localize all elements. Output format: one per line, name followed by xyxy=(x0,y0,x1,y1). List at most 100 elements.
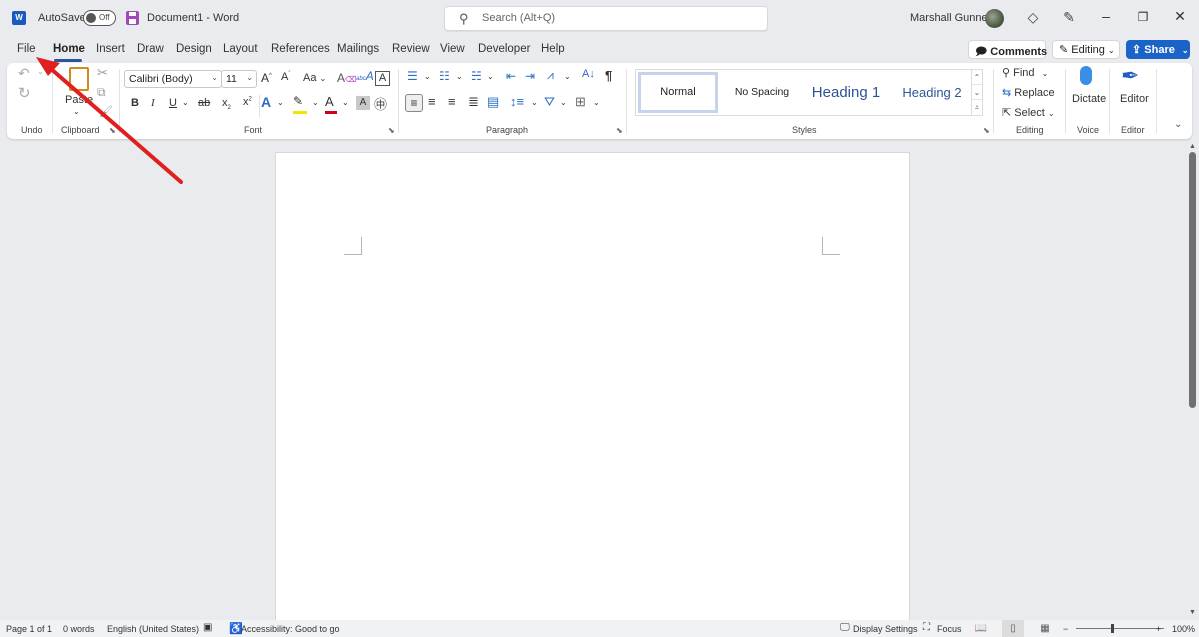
scroll-up-arrow-icon[interactable]: ▲ xyxy=(1189,143,1196,150)
bullets-dropdown-icon[interactable]: ⌄ xyxy=(424,72,431,81)
zoom-out-button[interactable]: − xyxy=(1063,624,1068,634)
tab-file[interactable]: File xyxy=(17,43,36,55)
dictate-label[interactable]: Dictate xyxy=(1072,93,1106,105)
vertical-scrollbar-thumb[interactable] xyxy=(1189,152,1196,408)
line-spacing-icon[interactable]: ↕≡ xyxy=(510,94,524,109)
editor-pen-icon[interactable]: ✒ xyxy=(1121,63,1139,89)
clipboard-launcher-icon[interactable]: ⬊ xyxy=(109,126,116,135)
scroll-down-arrow-icon[interactable]: ▼ xyxy=(1189,609,1196,616)
character-shading-icon[interactable]: A xyxy=(356,96,370,110)
asian-layout-icon[interactable]: ⩘ xyxy=(547,68,554,83)
tab-review[interactable]: Review xyxy=(392,43,430,55)
text-effects-icon[interactable]: A xyxy=(261,94,271,110)
sort-icon[interactable]: A↓ xyxy=(582,68,595,80)
text-effects-abc-icon[interactable]: abcA xyxy=(356,69,374,83)
gallery-more-icon[interactable]: ⩡ xyxy=(972,100,982,115)
print-layout-icon[interactable]: ▯ xyxy=(1002,620,1024,637)
diamond-icon[interactable]: ◇ xyxy=(1023,9,1043,26)
highlight-dropdown-icon[interactable]: ⌄ xyxy=(312,98,319,107)
styles-launcher-icon[interactable]: ⬊ xyxy=(983,126,990,135)
increase-indent-icon[interactable]: ⇥ xyxy=(525,69,535,83)
shading-dropdown-icon[interactable]: ⌄ xyxy=(560,98,567,107)
undo-dropdown-icon[interactable]: ⌄ xyxy=(37,67,44,76)
numbering-dropdown-icon[interactable]: ⌄ xyxy=(456,72,463,81)
tab-developer[interactable]: Developer xyxy=(478,43,530,55)
align-center-icon[interactable]: ≡ xyxy=(428,94,436,109)
focus-label[interactable]: Focus xyxy=(937,624,962,634)
shrink-font-icon[interactable]: Aˇ xyxy=(281,71,290,83)
font-color-icon[interactable]: A xyxy=(325,94,337,114)
numbering-icon[interactable]: ☷ xyxy=(439,69,450,83)
grow-font-icon[interactable]: A^ xyxy=(261,71,272,85)
paste-dropdown-icon[interactable]: ⌄ xyxy=(73,107,80,116)
web-layout-icon[interactable]: ▦ xyxy=(1034,620,1056,637)
display-settings-icon[interactable]: 🖵 xyxy=(840,622,850,633)
bullets-icon[interactable]: ☰ xyxy=(407,69,418,83)
macro-recording-icon[interactable]: ▣ xyxy=(203,622,212,633)
highlight-icon[interactable]: ✎ xyxy=(293,94,307,114)
user-name[interactable]: Marshall Gunnell xyxy=(910,12,993,24)
style-heading-2[interactable]: Heading 2 xyxy=(892,72,972,113)
font-name-dropdown[interactable]: Calibri (Body) ⌄ xyxy=(124,70,222,88)
multilevel-dropdown-icon[interactable]: ⌄ xyxy=(487,72,494,81)
distributed-icon[interactable]: ▤ xyxy=(487,94,499,110)
zoom-level[interactable]: 100% xyxy=(1172,624,1195,634)
read-mode-icon[interactable]: 📖 xyxy=(970,620,992,637)
autosave-toggle[interactable]: Off xyxy=(83,10,116,26)
pen-sparkle-icon[interactable]: ✎ xyxy=(1059,9,1079,26)
tab-mailings[interactable]: Mailings xyxy=(337,43,379,55)
word-count[interactable]: 0 words xyxy=(63,624,95,634)
cut-icon[interactable]: ✂ xyxy=(97,65,108,81)
redo-icon[interactable]: ↻ xyxy=(18,84,31,102)
language[interactable]: English (United States) xyxy=(107,624,199,634)
underline-dropdown-icon[interactable]: ⌄ xyxy=(182,98,189,107)
shading-icon[interactable]: ⛛ xyxy=(544,94,555,110)
character-border-icon[interactable]: A xyxy=(375,71,390,86)
paragraph-launcher-icon[interactable]: ⬊ xyxy=(616,126,623,135)
bold-icon[interactable]: B xyxy=(131,97,139,109)
tab-home[interactable]: Home xyxy=(53,43,85,55)
close-button[interactable]: ✕ xyxy=(1170,8,1190,25)
tab-layout[interactable]: Layout xyxy=(223,43,258,55)
paste-icon[interactable] xyxy=(69,67,89,91)
tab-design[interactable]: Design xyxy=(176,43,212,55)
font-color-dropdown-icon[interactable]: ⌄ xyxy=(342,98,349,107)
find-button[interactable]: ⚲ Find ⌄ xyxy=(1002,66,1048,79)
page-count[interactable]: Page 1 of 1 xyxy=(6,624,52,634)
zoom-in-button[interactable]: + xyxy=(1156,624,1161,634)
subscript-icon[interactable]: x2 xyxy=(222,97,231,111)
zoom-slider-track[interactable] xyxy=(1076,628,1164,629)
justify-icon[interactable]: ≣ xyxy=(468,94,479,110)
style-normal[interactable]: Normal xyxy=(638,72,718,113)
tab-help[interactable]: Help xyxy=(541,43,565,55)
editing-mode-button[interactable]: ✎ Editing ⌄ xyxy=(1052,40,1120,59)
collapse-ribbon-icon[interactable]: ⌄ xyxy=(1174,119,1182,130)
search-input[interactable]: ⚲ Search (Alt+Q) xyxy=(444,6,768,31)
share-button[interactable]: ⇪ Share ⌄ xyxy=(1126,40,1190,59)
format-painter-icon[interactable]: 🖌 xyxy=(99,105,113,118)
asian-layout-dropdown-icon[interactable]: ⌄ xyxy=(564,72,571,81)
multilevel-list-icon[interactable]: ☵ xyxy=(471,69,482,83)
decrease-indent-icon[interactable]: ⇤ xyxy=(506,69,516,83)
focus-icon[interactable]: ⛶ xyxy=(923,622,930,633)
accessibility-status[interactable]: Accessibility: Good to go xyxy=(241,624,340,634)
document-page[interactable] xyxy=(275,152,910,622)
tab-view[interactable]: View xyxy=(440,43,465,55)
style-no-spacing[interactable]: No Spacing xyxy=(722,72,802,113)
enclose-characters-icon[interactable]: ㊥ xyxy=(374,94,387,113)
copy-icon[interactable]: ⧉ xyxy=(97,85,106,100)
minimize-button[interactable]: – xyxy=(1096,8,1116,24)
align-left-icon[interactable]: ≡ xyxy=(405,94,423,112)
avatar[interactable] xyxy=(985,9,1004,28)
font-size-dropdown[interactable]: 11 ⌄ xyxy=(221,70,257,88)
microphone-icon[interactable] xyxy=(1080,66,1092,85)
show-formatting-marks-icon[interactable]: ¶ xyxy=(605,68,612,83)
strikethrough-icon[interactable]: ab xyxy=(198,97,210,109)
undo-icon[interactable]: ↶ xyxy=(18,65,30,82)
tab-insert[interactable]: Insert xyxy=(96,43,125,55)
borders-icon[interactable]: ⊞ xyxy=(575,94,586,110)
comments-button[interactable]: 🗩 Comments xyxy=(968,40,1047,59)
gallery-down-icon[interactable]: ⌄ xyxy=(972,85,982,100)
superscript-icon[interactable]: x2 xyxy=(243,96,252,108)
zoom-slider-thumb[interactable] xyxy=(1111,624,1114,633)
